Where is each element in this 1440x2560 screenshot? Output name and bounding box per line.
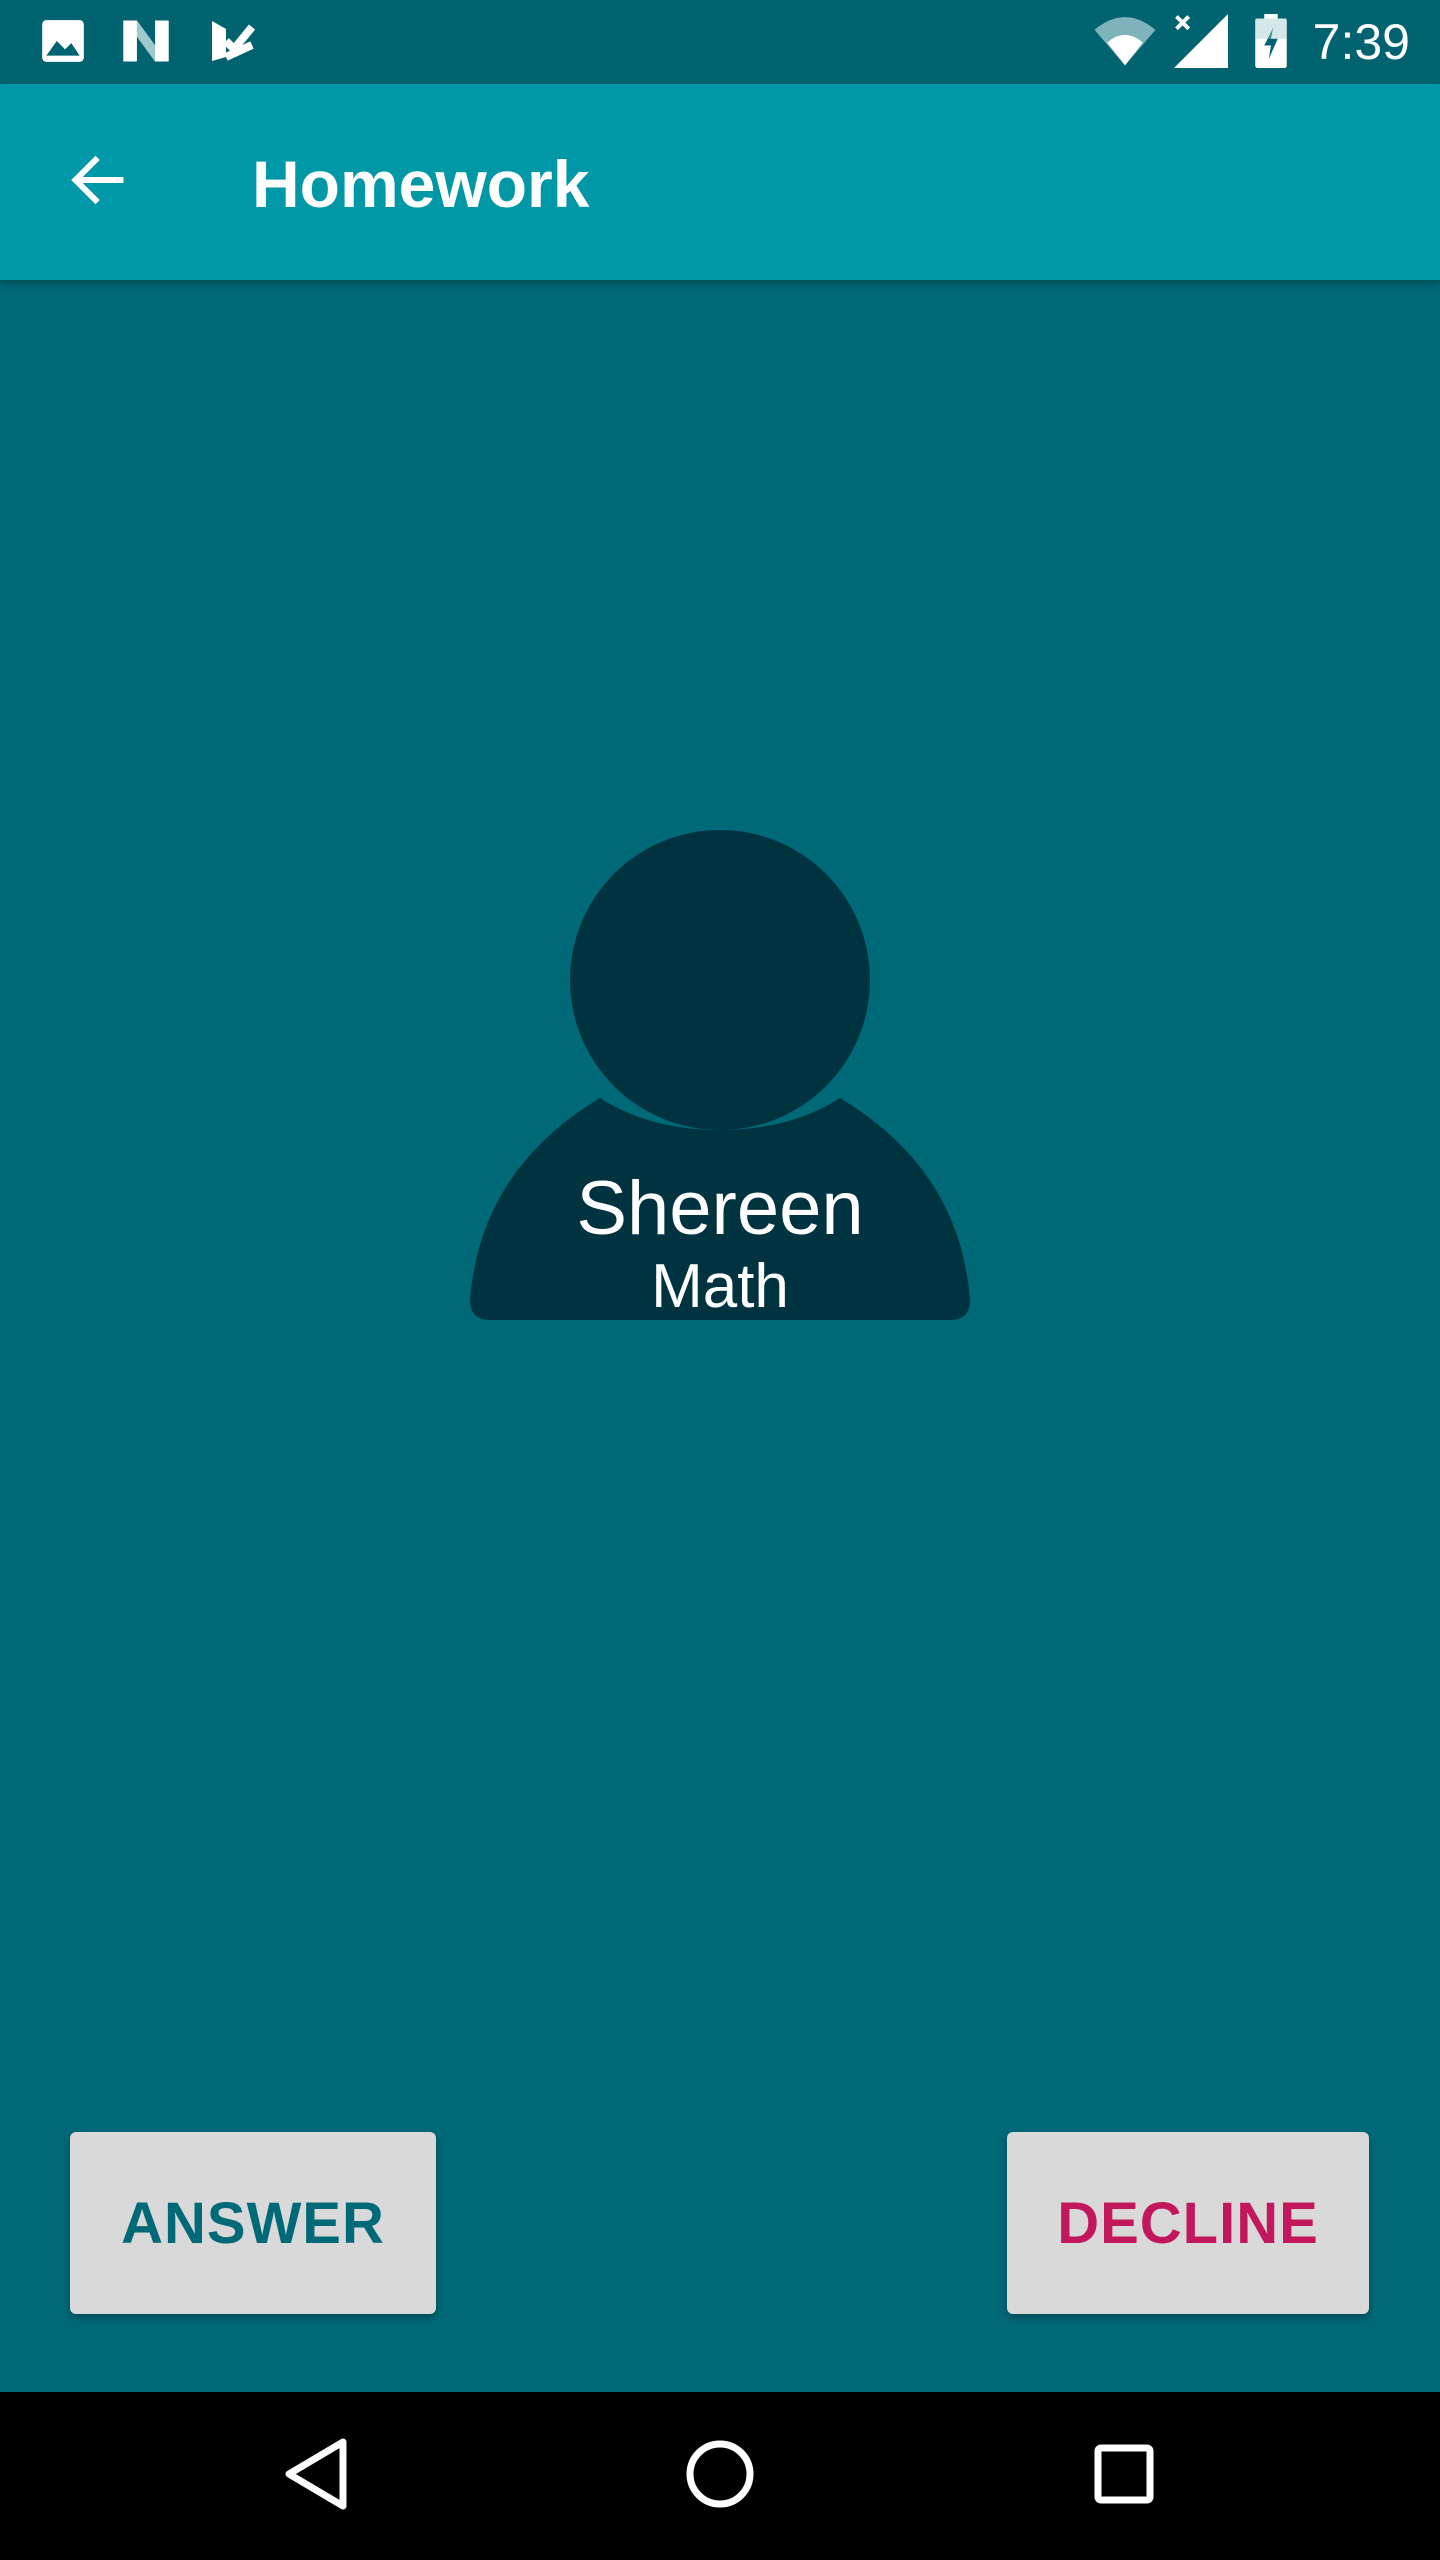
answer-button[interactable]: ANSWER: [70, 2132, 436, 2314]
call-subject: Math: [651, 1252, 789, 1321]
page-title: Homework: [252, 147, 590, 221]
status-time: 7:39: [1312, 14, 1410, 70]
status-bar: 7:39: [0, 0, 1440, 84]
nav-recents-icon: [1092, 2442, 1156, 2511]
caller-name: Shereen: [576, 1166, 864, 1251]
cell-signal-icon: [1174, 14, 1228, 73]
incoming-call-panel: Shereen Math ANSWER DECLINE: [0, 280, 1440, 2392]
nav-recents-button[interactable]: [1074, 2426, 1174, 2526]
nav-home-button[interactable]: [670, 2426, 770, 2526]
navigation-bar: [0, 2392, 1440, 2560]
nav-home-icon: [684, 2438, 756, 2515]
image-icon: [38, 16, 88, 71]
wifi-icon: [1092, 14, 1158, 71]
nav-back-icon: [281, 2436, 351, 2517]
arrow-back-icon: [66, 150, 130, 215]
nav-back-button[interactable]: [266, 2426, 366, 2526]
app-bar: Homework: [0, 84, 1440, 280]
n-app-icon: [118, 16, 174, 71]
checkmark-app-icon: [208, 16, 256, 71]
battery-charging-icon: [1254, 14, 1288, 73]
back-button[interactable]: [46, 142, 150, 222]
decline-button[interactable]: DECLINE: [1007, 2132, 1369, 2314]
